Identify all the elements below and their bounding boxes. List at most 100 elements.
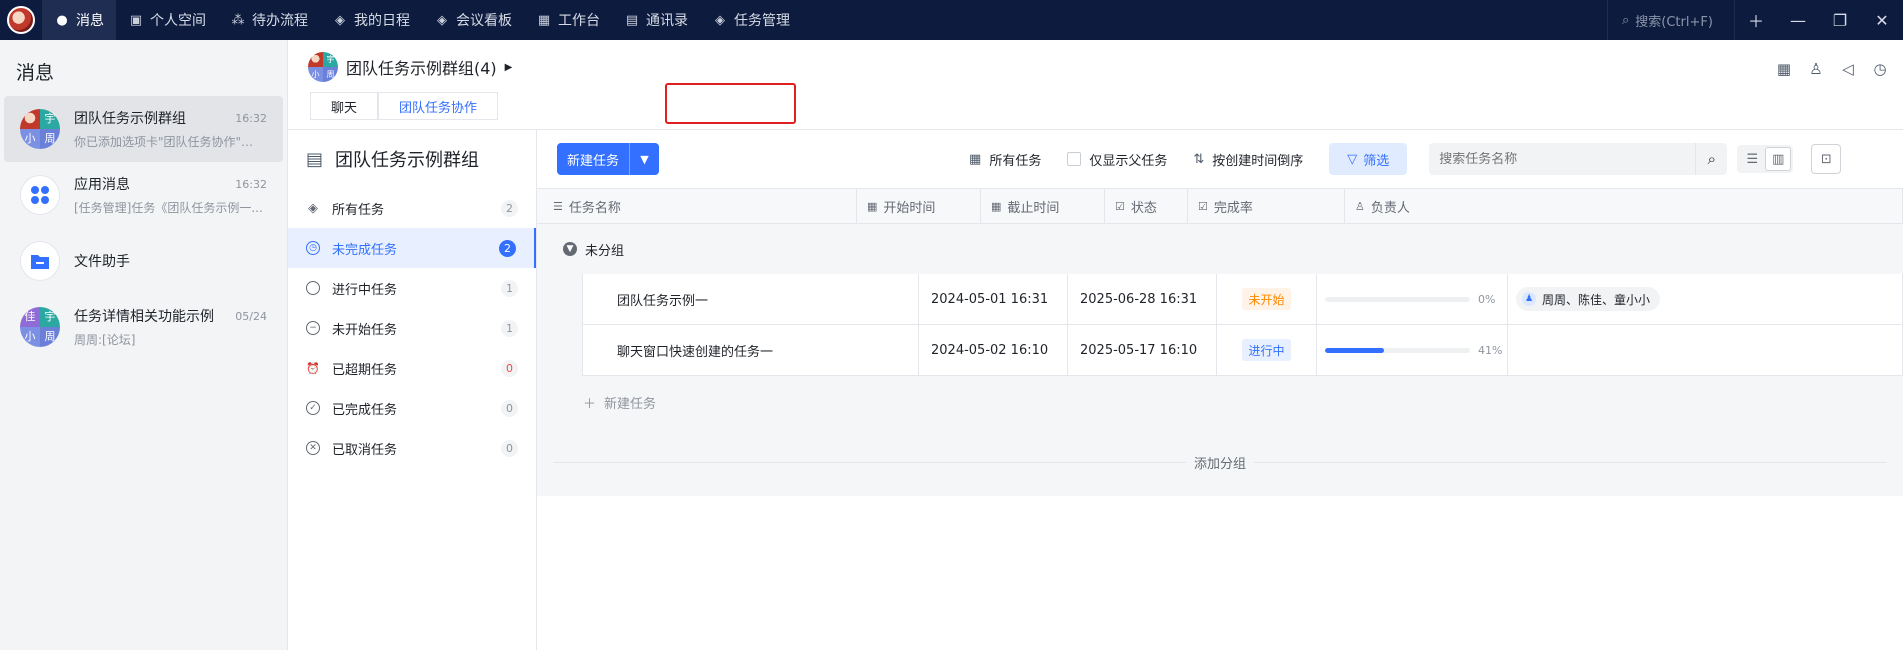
plus-icon[interactable]: ＋	[1735, 0, 1777, 40]
task-search-input[interactable]	[1439, 151, 1718, 167]
minimize-icon[interactable]: —	[1777, 0, 1819, 40]
add-member-icon[interactable]: ♙	[1805, 58, 1827, 80]
filter-item[interactable]: 进行中任务 1	[288, 268, 536, 308]
calendar-icon[interactable]: ▦	[1773, 58, 1795, 80]
nav-item-3[interactable]: ◈ 我的日程	[320, 0, 422, 40]
history-icon[interactable]: ◷	[1869, 58, 1891, 80]
contacts-icon: ▤	[625, 12, 639, 28]
conversation-item[interactable]: 宇小周团队任务示例群组 你已添加选项卡"团队任务协作"至... 16:32	[4, 96, 283, 162]
end-time: 2025-05-17 16:10	[1068, 325, 1217, 375]
grid-icon: ▦	[537, 12, 551, 28]
list-view-icon[interactable]: ☰	[1739, 147, 1765, 171]
conversation-item[interactable]: 文件助手	[4, 228, 283, 294]
conversation-item[interactable]: 应用消息 [任务管理]任务《团队任务示例一... 16:32	[4, 162, 283, 228]
inbox-icon[interactable]: ⊡	[1811, 144, 1842, 174]
column-header[interactable]: ☑ 状态	[1105, 189, 1188, 223]
all-tasks-dropdown[interactable]: ▦ 所有任务	[969, 150, 1041, 169]
column-header[interactable]: ☰ 任务名称	[537, 189, 857, 223]
sort-label: 按创建时间倒序	[1212, 153, 1304, 169]
conversation-preview: 周周:[论坛]	[74, 333, 136, 347]
status-cell: 进行中	[1217, 325, 1317, 375]
column-header[interactable]: ▦ 开始时间	[857, 189, 981, 223]
layers-icon: ◈	[335, 12, 345, 28]
folder-icon	[20, 241, 60, 281]
column-view-icon[interactable]: ▥	[1765, 147, 1792, 171]
avatar-part	[20, 109, 40, 129]
close-icon[interactable]: ✕	[1861, 0, 1903, 40]
restore-icon[interactable]: ❐	[1819, 0, 1861, 40]
task-name[interactable]: 团队任务示例一	[583, 274, 919, 324]
filter-count: 1	[501, 319, 518, 337]
tab-1[interactable]: 团队任务协作	[378, 92, 499, 120]
nav-item-0[interactable]: ● 消息	[42, 0, 116, 40]
progress-bar	[1325, 347, 1470, 353]
nav-items: ● 消息 ▣ 个人空间 ⁂ 待办流程 ◈ 我的日程 ◈ 会议看板 ▦ 工作台 ▤ 通讯录 ◈ 任务管理	[42, 0, 802, 40]
header-actions: ▦ ♙ ◁ ◷	[1773, 58, 1903, 80]
layers-icon: ◈	[437, 12, 447, 28]
sort-button[interactable]: ⇅ 按创建时间倒序	[1193, 150, 1303, 169]
table-row[interactable]: 团队任务示例一 2024-05-01 16:31 2025-06-28 16:31 未…	[582, 274, 1903, 325]
caret-right-icon: ▶	[504, 61, 513, 73]
app-logo[interactable]	[0, 0, 42, 40]
announcement-icon[interactable]: ◁	[1837, 58, 1859, 80]
progress-label: 0%	[1478, 292, 1496, 306]
sidebar-title: 消息	[16, 62, 55, 84]
nav-item-4[interactable]: ◈ 会议看板	[422, 0, 524, 40]
filter-item[interactable]: ◈ 所有任务 2	[288, 188, 536, 228]
filter-item[interactable]: ⏰ 已超期任务 0	[288, 348, 536, 388]
app-grid-icon	[20, 175, 60, 215]
clock-icon: ◷	[306, 241, 320, 255]
nav-item-2[interactable]: ⁂ 待办流程	[218, 0, 320, 40]
add-task-row[interactable]: ＋ 新建任务	[537, 376, 1903, 428]
only-parent-checkbox[interactable]: 仅显示父任务	[1067, 150, 1167, 169]
conversation-item[interactable]: 佳宇小周任务详情相关功能示例 周周:[论坛] 05/24	[4, 294, 283, 360]
column-header[interactable]: ☑ 完成率	[1188, 189, 1345, 223]
new-task-button[interactable]: 新建任务 ▼	[557, 143, 660, 175]
chevron-down-icon[interactable]: ▼	[563, 242, 577, 256]
filter-count: 0	[501, 439, 518, 457]
chevron-down-icon[interactable]: ▼	[629, 143, 659, 175]
task-main: 新建任务 ▼ ▦ 所有任务 仅显示父任务 ⇅ 按创建时间倒序 ▽ 筛选 ⌕	[537, 130, 1903, 650]
nav-item-1[interactable]: ▣ 个人空间	[116, 0, 218, 40]
owner-cell[interactable]	[1508, 325, 1903, 375]
table-header: ☰ 任务名称 ▦ 开始时间 ▦ 截止时间 ☑ 状态 ☑ 完成率 ♙ 负责人	[537, 188, 1903, 224]
personal-space-icon: ▣	[129, 12, 143, 28]
owners-names: 周周、陈佳、童小小	[1542, 292, 1651, 307]
progress-fill	[1325, 347, 1385, 353]
group-title[interactable]: 宇小周 团队任务示例群组(4) ▶	[308, 52, 512, 82]
funnel-icon: ▽	[1347, 151, 1358, 167]
search-icon[interactable]: ⌕	[1695, 143, 1727, 175]
global-search[interactable]: ⌕ 搜索(Ctrl+F)	[1607, 0, 1735, 40]
task-search[interactable]: ⌕	[1429, 143, 1728, 175]
person-icon: ♙	[1355, 199, 1365, 213]
nav-item-5[interactable]: ▦ 工作台	[524, 0, 612, 40]
nav-item-6[interactable]: ▤ 通讯录	[612, 0, 700, 40]
owners-chip[interactable]: ♟ 周周、陈佳、童小小	[1516, 287, 1661, 311]
nav-item-label: 个人空间	[150, 13, 206, 29]
filter-item[interactable]: ✓ 已完成任务 0	[288, 388, 536, 428]
filter-item[interactable]: − 未开始任务 1	[288, 308, 536, 348]
start-time: 2024-05-02 16:10	[919, 325, 1068, 375]
filter-item[interactable]: ◷ 未完成任务 2	[288, 228, 536, 268]
column-header-label: 负责人	[1370, 200, 1410, 216]
end-time: 2025-06-28 16:31	[1068, 274, 1217, 324]
table-row[interactable]: 聊天窗口快速创建的任务一 2024-05-02 16:10 2025-05-17 1…	[582, 325, 1903, 376]
task-toolbar: 新建任务 ▼ ▦ 所有任务 仅显示父任务 ⇅ 按创建时间倒序 ▽ 筛选 ⌕	[537, 130, 1903, 188]
owner-cell[interactable]: ♟ 周周、陈佳、童小小	[1508, 274, 1903, 324]
conversation-name: 文件助手	[74, 254, 130, 270]
column-header[interactable]: ♙ 负责人	[1345, 189, 1903, 223]
circle-icon	[306, 281, 320, 295]
nav-item-7[interactable]: ◈ 任务管理	[700, 0, 802, 40]
task-name[interactable]: 聊天窗口快速创建的任务一	[583, 325, 919, 375]
checkbox[interactable]	[1067, 152, 1082, 166]
new-task-label[interactable]: 新建任务	[557, 143, 629, 175]
column-header[interactable]: ▦ 截止时间	[981, 189, 1105, 223]
filter-item[interactable]: ✕ 已取消任务 0	[288, 428, 536, 468]
filter-button[interactable]: ▽ 筛选	[1329, 143, 1408, 175]
nav-item-label: 会议看板	[456, 13, 512, 29]
progress-bar	[1325, 296, 1470, 302]
group-row[interactable]: ▼ 未分组	[537, 224, 1903, 274]
add-group[interactable]: 添加分组	[537, 428, 1903, 496]
group-label: 未分组	[585, 243, 625, 259]
tab-0[interactable]: 聊天	[310, 92, 379, 120]
